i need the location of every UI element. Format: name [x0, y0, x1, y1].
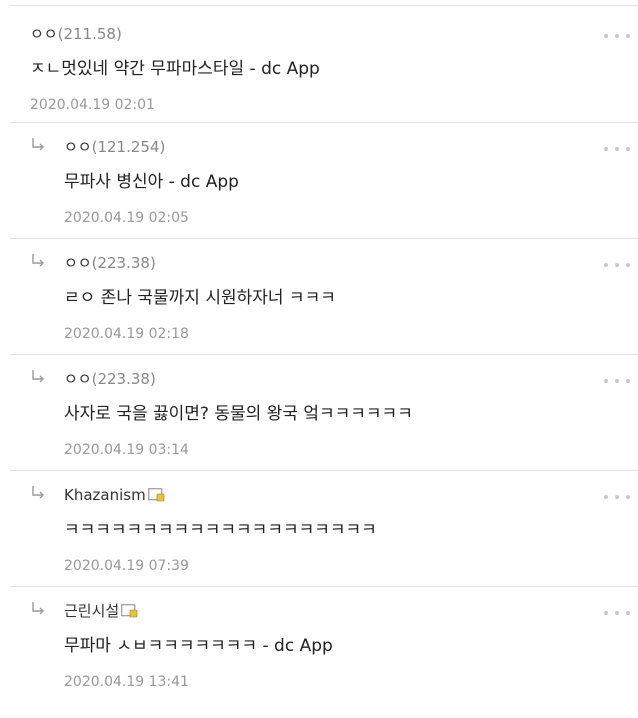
ip-address: (121.254) [91, 138, 166, 156]
comment-text: ㅈㄴ멋있네 약간 무파마스타일 - dc App [30, 59, 320, 79]
reply-comment: ㅇㅇ(121.254) 무파사 병신아 - dc App 2020.04.19 02… [0, 123, 638, 239]
comment-author[interactable]: 근린시설 [64, 601, 138, 621]
comment-date: 2020.04.19 13:41 [64, 674, 189, 690]
comment-date: 2020.04.19 03:14 [64, 442, 189, 458]
nickname[interactable]: ㅇㅇ [64, 370, 92, 388]
comment-text: 무파사 병신아 - dc App [64, 172, 239, 192]
comment-date: 2020.04.19 02:05 [64, 210, 189, 226]
comment-author[interactable]: ㅇㅇ(211.58) [30, 24, 122, 44]
nickname[interactable]: Khazanism [64, 486, 146, 504]
comment-date: 2020.04.19 02:01 [30, 97, 155, 113]
comment-text: 사자로 국을 끓이면? 동물의 왕국 엌ㅋㅋㅋㅋㅋㅋ [64, 404, 413, 424]
more-options-icon[interactable] [602, 32, 632, 40]
more-options-icon[interactable] [602, 609, 632, 617]
fixed-nick-icon [147, 488, 165, 502]
more-options-icon[interactable] [602, 145, 632, 153]
reply-comment: 근린시설무파마 ㅅㅂㅋㅋㅋㅋㅋㅋㅋ - dc App 2020.04.19 13:… [0, 587, 638, 707]
fixed-nick-icon [121, 604, 138, 618]
nickname[interactable]: ㅇㅇ [64, 138, 92, 156]
reply-comment: Khazanism ㅋㅋㅋㅋㅋㅋㅋㅋㅋㅋㅋㅋㅋㅋㅋㅋㅋㅋㅋㅋ 2020.04.19 … [0, 471, 638, 587]
reply-arrow-icon [30, 601, 46, 617]
comment: ㅇㅇ(211.58) ㅈㄴ멋있네 약간 무파마스타일 - dc App 2020.0… [0, 10, 638, 123]
reply-comment: ㅇㅇ(223.38) 사자로 국을 끓이면? 동물의 왕국 엌ㅋㅋㅋㅋㅋㅋ 2020… [0, 355, 638, 471]
ip-address: (211.58) [57, 25, 122, 43]
nickname[interactable]: 근린시설 [64, 602, 119, 620]
comment-author[interactable]: Khazanism [64, 485, 165, 505]
comment-date: 2020.04.19 02:18 [64, 326, 189, 342]
ip-address: (223.38) [91, 370, 156, 388]
comment-author[interactable]: ㅇㅇ(223.38) [64, 253, 156, 273]
reply-arrow-icon [30, 485, 46, 501]
top-divider [10, 5, 638, 6]
comment-author[interactable]: ㅇㅇ(121.254) [64, 137, 165, 157]
comment-date: 2020.04.19 07:39 [64, 558, 189, 574]
reply-arrow-icon [30, 369, 46, 385]
nickname[interactable]: ㅇㅇ [30, 25, 58, 43]
ip-address: (223.38) [91, 254, 156, 272]
nickname[interactable]: ㅇㅇ [64, 254, 92, 272]
reply-comment: ㅇㅇ(223.38) ㄹㅇ 존나 국물까지 시원하자너 ㅋㅋㅋ 2020.04.19… [0, 239, 638, 355]
reply-arrow-icon [30, 253, 46, 269]
comment-text: ㅋㅋㅋㅋㅋㅋㅋㅋㅋㅋㅋㅋㅋㅋㅋㅋㅋㅋㅋㅋ [64, 520, 377, 540]
more-options-icon[interactable] [602, 261, 632, 269]
comment-author[interactable]: ㅇㅇ(223.38) [64, 369, 156, 389]
more-options-icon[interactable] [602, 493, 632, 501]
more-options-icon[interactable] [602, 377, 632, 385]
reply-arrow-icon [30, 137, 46, 153]
comment-text: 무파마 ㅅㅂㅋㅋㅋㅋㅋㅋㅋ - dc App [64, 636, 333, 656]
comment-text: ㄹㅇ 존나 국물까지 시원하자너 ㅋㅋㅋ [64, 288, 336, 308]
